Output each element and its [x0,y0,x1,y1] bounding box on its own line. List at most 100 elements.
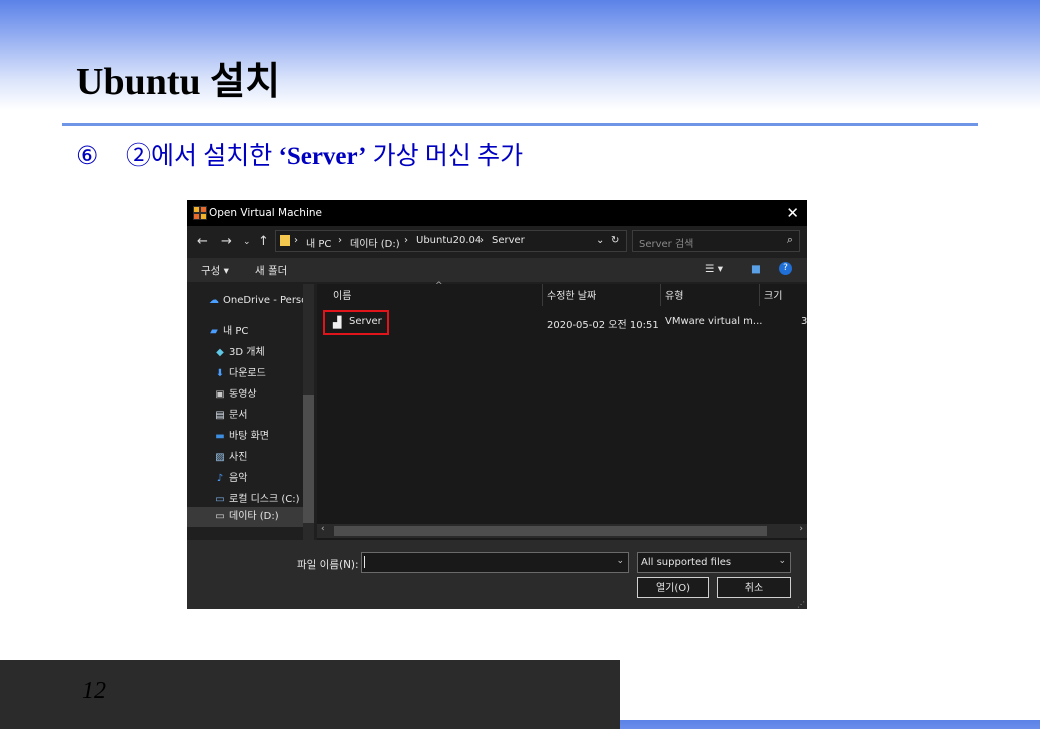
recent-dropdown-icon[interactable]: ⌄ [243,237,251,247]
chevron-down-icon[interactable]: ⌄ [616,556,624,566]
nav-item-3d-objects[interactable]: ◆ 3D 개체 [213,343,265,358]
column-header-size[interactable]: 크기 [764,287,782,302]
back-arrow-icon[interactable]: ← [197,234,208,249]
picture-icon: ▨ [215,452,225,463]
help-icon[interactable]: ? [779,262,792,275]
cube-icon: ◆ [216,347,224,358]
resize-grip-icon[interactable]: ⋰ [797,600,805,609]
cancel-button[interactable]: 취소 [717,577,791,598]
view-options-icon[interactable]: ☰ ▾ [705,263,723,275]
scroll-right-icon[interactable]: › [799,524,803,534]
open-button[interactable]: 열기(O) [637,577,709,598]
step-instruction: ⑥ ②에서 설치한 ‘Server’ 가상 머신 추가 [76,136,523,172]
nav-label: 음악 [229,473,248,484]
dialog-titlebar: Open Virtual Machine ✕ [187,200,807,226]
sort-up-icon: ^ [435,281,443,291]
file-list: 이름 ^ 수정한 날짜 유형 크기 ▟ Server 2020-05-02 오전… [317,281,807,540]
column-header-modified[interactable]: 수정한 날짜 [547,287,596,302]
breadcrumb-separator: › [404,235,408,246]
preview-pane-icon[interactable]: ■ [751,263,761,275]
drive-icon: ▭ [215,494,225,505]
nav-item-drive-d[interactable]: ▭ 데이타 (D:) [187,507,303,527]
computer-icon: ▰ [210,326,218,337]
nav-item-documents[interactable]: ▤ 문서 [213,406,247,421]
step-prefix: ②에서 설치한 [126,143,279,170]
column-divider[interactable] [759,284,760,306]
column-header-type[interactable]: 유형 [665,287,683,302]
scroll-left-icon[interactable]: ‹ [321,524,325,534]
nav-label: 데이타 (D:) [229,511,279,522]
open-vm-dialog: Open Virtual Machine ✕ ← → ⌄ ↑ › 내 PC › … [187,200,807,609]
breadcrumb-separator: › [294,235,298,246]
column-divider[interactable] [542,284,543,306]
dialog-footer [187,540,807,609]
nav-scrollbar-thumb[interactable] [303,395,314,523]
step-vm-name: ‘Server’ [278,143,367,170]
server-highlight-box [323,310,389,335]
breadcrumb-separator: › [338,235,342,246]
navigation-pane: ☁ OneDrive - Persor ▰ 내 PC ◆ 3D 개체 ⬇ 다운로드 ▣ 동… [187,284,315,540]
title-divider [62,123,978,126]
close-icon[interactable]: ✕ [786,204,799,222]
text-cursor [364,556,365,568]
vmware-app-icon [193,206,207,220]
nav-item-this-pc[interactable]: ▰ 내 PC [207,322,248,337]
nav-label: 바탕 화면 [229,431,269,442]
film-icon: ▣ [215,389,225,400]
nav-item-local-disk-c[interactable]: ▭ 로컬 디스크 (C:) [213,490,300,505]
nav-label: 사진 [229,452,248,463]
nav-label: 동영상 [229,389,257,400]
nav-item-onedrive[interactable]: ☁ OneDrive - Persor [207,295,311,306]
column-header-name[interactable]: 이름 [333,287,351,302]
slide-title: Ubuntu 설치 [76,61,281,103]
download-icon: ⬇ [215,368,225,379]
file-name-label: 파일 이름(N): [297,559,359,571]
breadcrumb-drive-d[interactable]: 데이타 (D:) [350,235,400,250]
horizontal-scrollbar-thumb[interactable] [334,526,767,536]
breadcrumb-ubuntu[interactable]: Ubuntu20.04 [416,235,481,246]
breadcrumb-separator: › [480,235,484,246]
nav-label: 다운로드 [229,368,266,379]
dialog-toolbar: 구성 ▾ 새 폴더 ☰ ▾ ■ ? [187,258,807,282]
page-number: 12 [82,678,106,704]
nav-item-desktop[interactable]: ▬ 바탕 화면 [213,427,269,442]
document-icon: ▤ [215,410,225,421]
breadcrumb-this-pc[interactable]: 내 PC [306,235,331,250]
nav-label: OneDrive - Persor [223,295,312,306]
nav-label: 문서 [229,410,248,421]
forward-arrow-icon[interactable]: → [221,234,232,249]
address-bar[interactable]: › 내 PC › 데이타 (D:) › Ubuntu20.04 › Server… [275,230,627,252]
nav-label: 내 PC [223,326,249,337]
address-row: ← → ⌄ ↑ › 내 PC › 데이타 (D:) › Ubuntu20.04 … [187,228,807,256]
search-icon[interactable]: ⌕ [787,233,793,247]
file-size: 3 [801,316,807,327]
dialog-title: Open Virtual Machine [209,207,322,219]
breadcrumb-server[interactable]: Server [492,235,525,246]
folder-icon [280,235,290,246]
chevron-down-icon[interactable]: ⌄ [778,556,786,566]
nav-label: 로컬 디스크 (C:) [229,494,300,505]
file-modified: 2020-05-02 오전 10:51 [547,320,659,331]
cloud-icon: ☁ [209,295,219,306]
nav-item-pictures[interactable]: ▨ 사진 [213,448,247,463]
up-arrow-icon[interactable]: ↑ [258,234,269,249]
organize-menu[interactable]: 구성 ▾ [201,263,229,278]
address-dropdown-icon[interactable]: ⌄ [596,235,604,246]
desktop-icon: ▬ [215,431,225,442]
nav-item-music[interactable]: ♪ 음악 [213,469,248,484]
file-type: VMware virtual m... [665,316,763,327]
file-name-input[interactable]: ⌄ [361,552,629,573]
search-placeholder: Server 검색 [639,239,694,250]
refresh-icon[interactable]: ↻ [611,235,619,246]
step-suffix: 가상 머신 추가 [366,143,524,170]
step-number: ⑥ [76,143,99,170]
nav-item-videos[interactable]: ▣ 동영상 [213,385,257,400]
nav-item-downloads[interactable]: ⬇ 다운로드 [213,364,266,379]
file-type-filter[interactable]: All supported files ⌄ [637,552,791,573]
search-field[interactable]: Server 검색 ⌕ [632,230,800,252]
drive-icon: ▭ [215,511,225,522]
music-icon: ♪ [216,473,224,484]
new-folder-button[interactable]: 새 폴더 [255,263,287,278]
column-divider[interactable] [660,284,661,306]
nav-label: 3D 개체 [229,347,265,358]
